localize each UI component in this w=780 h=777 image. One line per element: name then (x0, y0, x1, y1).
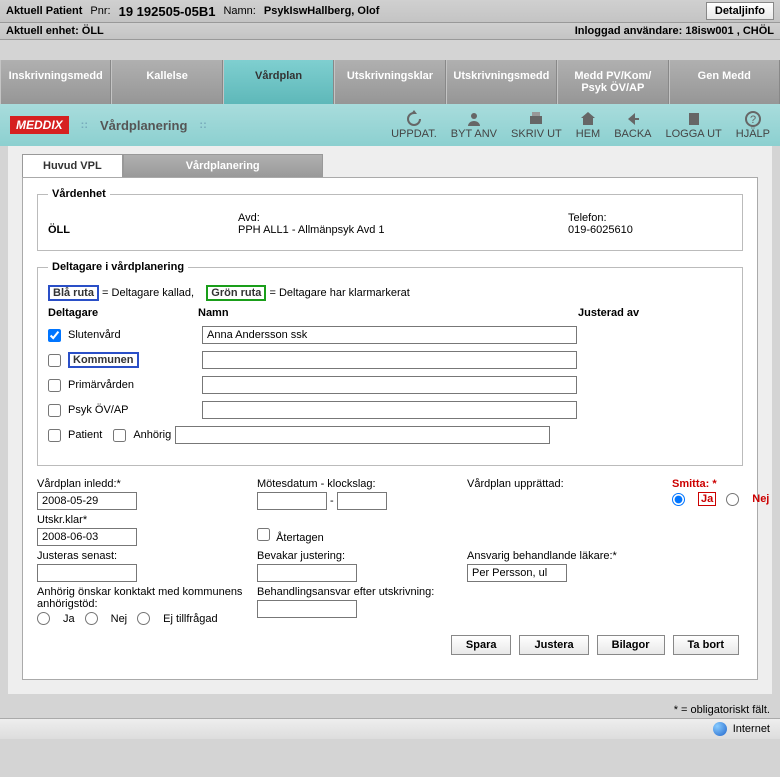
deltagare-label-1: Kommunen (68, 354, 139, 366)
motes-label: Mötesdatum - klockslag: (257, 478, 457, 490)
ansvarig-input[interactable] (467, 564, 567, 582)
uppr-label: Vårdplan upprättad: (467, 478, 662, 490)
toolbar-backa[interactable]: BACKA (614, 110, 651, 140)
detail-button[interactable]: Detaljinfo (706, 2, 774, 20)
anhorig-kontakt-label: Anhörig önskar konktakt med kommunens an… (37, 586, 247, 610)
deltagare-check-2[interactable] (48, 379, 61, 392)
col-justerad: Justerad av (578, 307, 732, 319)
deltagare-check-1[interactable] (48, 354, 61, 367)
bevakar-input[interactable] (257, 564, 357, 582)
bevakar-label: Bevakar justering: (257, 550, 457, 562)
inledd-input[interactable] (37, 492, 137, 510)
deltagare-check-3[interactable] (48, 404, 61, 417)
deltagare-check-0[interactable] (48, 329, 61, 342)
green-text: = Deltagare har klarmarkerat (266, 287, 409, 299)
deltagare-input-3[interactable] (202, 401, 577, 419)
deltagare-label-3: Psyk ÖV/AP (68, 404, 129, 416)
pnr-label: Pnr: (90, 5, 110, 17)
mandatory-note: * = obligatoriskt fält. (0, 702, 780, 718)
tel-label: Telefon: (568, 212, 607, 224)
smitta-nej-radio[interactable] (726, 493, 739, 506)
inner-tab-huvud[interactable]: Huvud VPL (22, 154, 123, 177)
unit-label: Aktuell enhet: ÖLL (6, 25, 104, 37)
atertagen-checkbox[interactable] (257, 528, 270, 541)
avd-label: Avd: (238, 212, 260, 224)
justeras-input[interactable] (37, 564, 137, 582)
logo: MEDDIX (10, 116, 69, 134)
toolbar-skrivut[interactable]: SKRIV UT (511, 110, 562, 140)
col-deltagare: Deltagare (48, 307, 198, 319)
atertagen-label: Återtagen (276, 532, 324, 544)
motes-time-input[interactable] (337, 492, 387, 510)
ansvarig-label: Ansvarig behandlande läkare:* (467, 550, 769, 562)
pnr-value: 19 192505-05B1 (119, 4, 216, 19)
tab-5[interactable]: Medd PV/Kom/ Psyk ÖV/AP (557, 60, 668, 104)
tab-3[interactable]: Utskrivningsklar (334, 60, 445, 104)
tabort-button[interactable]: Ta bort (673, 635, 739, 655)
name-label: Namn: (223, 5, 255, 17)
utskr-label: Utskr.klar* (37, 514, 247, 526)
user-label: Inloggad användare: 18isw001 , CHÖL (575, 25, 774, 37)
patient-label: Patient (68, 429, 102, 441)
svg-text:?: ? (750, 114, 756, 126)
unit-value: ÖLL (48, 224, 70, 236)
vardenhet-legend: Vårdenhet (48, 188, 110, 200)
tab-4[interactable]: Utskrivningsmedd (446, 60, 557, 104)
anh-nej-radio[interactable] (85, 612, 98, 625)
status-text: Internet (733, 723, 770, 735)
deltagare-input-2[interactable] (202, 376, 577, 394)
justeras-label: Justeras senast: (37, 550, 247, 562)
bilagor-button[interactable]: Bilagor (597, 635, 665, 655)
globe-icon (713, 722, 727, 736)
tab-6[interactable]: Gen Medd (669, 60, 780, 104)
toolbar-loggaut[interactable]: LOGGA UT (666, 110, 722, 140)
col-namn: Namn (198, 307, 578, 319)
deltagare-label-2: Primärvården (68, 379, 134, 391)
patient-checkbox[interactable] (48, 429, 61, 442)
tab-0[interactable]: Inskrivningsmedd (0, 60, 111, 104)
smitta-ja-radio[interactable] (672, 493, 685, 506)
toolbar-uppdat[interactable]: UPPDAT. (391, 110, 437, 140)
name-value: PsykIswHallberg, Olof (264, 5, 380, 17)
inner-tab-vardplanering[interactable]: Vårdplanering (123, 154, 323, 177)
anh-ej-radio[interactable] (137, 612, 150, 625)
blue-text: = Deltagare kallad, (99, 287, 194, 299)
patient-anhorig-input[interactable] (175, 426, 550, 444)
deltagare-legend: Deltagare i vårdplanering (48, 261, 188, 273)
smitta-nej-label: Nej (752, 493, 769, 505)
green-box-legend: Grön ruta (206, 285, 266, 301)
deltagare-label-0: Slutenvård (68, 329, 121, 341)
deltagare-input-0[interactable] (202, 326, 577, 344)
smitta-label: Smitta: * (672, 478, 717, 490)
anhorig-label: Anhörig (133, 429, 171, 441)
toolbar-hjlp[interactable]: ?HJÄLP (736, 110, 770, 140)
anhorig-checkbox[interactable] (113, 429, 126, 442)
utskr-input[interactable] (37, 528, 137, 546)
deltagare-input-1[interactable] (202, 351, 577, 369)
behandling-input[interactable] (257, 600, 357, 618)
toolbar-hem[interactable]: HEM (576, 110, 600, 140)
tab-1[interactable]: Kallelse (111, 60, 222, 104)
justera-button[interactable]: Justera (519, 635, 588, 655)
patient-label: Aktuell Patient (6, 5, 82, 17)
spara-button[interactable]: Spara (451, 635, 512, 655)
behandling-label: Behandlingsansvar efter utskrivning: (257, 586, 457, 598)
anh-ja-radio[interactable] (37, 612, 50, 625)
toolbar-title: Vårdplanering (100, 118, 187, 133)
tab-2[interactable]: Vårdplan (223, 60, 334, 104)
smitta-ja-label: Ja (698, 492, 716, 506)
avd-value: PPH ALL1 - Allmänpsyk Avd 1 (238, 224, 385, 236)
tel-value: 019-6025610 (568, 224, 633, 236)
blue-box-legend: Blå ruta (48, 285, 99, 301)
inledd-label: Vårdplan inledd:* (37, 478, 247, 490)
toolbar-bytanv[interactable]: BYT ANV (451, 110, 497, 140)
motes-date-input[interactable] (257, 492, 327, 510)
